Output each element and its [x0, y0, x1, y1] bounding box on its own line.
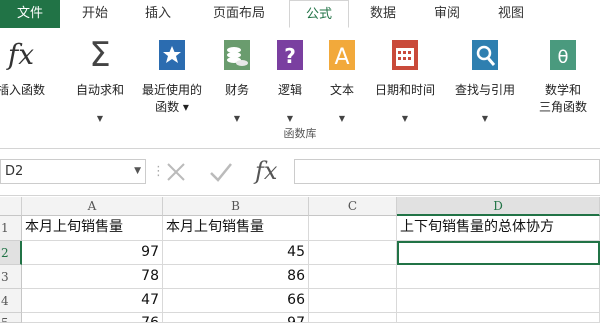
- lookup-reference-icon: [470, 38, 500, 72]
- cell-b4[interactable]: 66: [163, 289, 309, 313]
- tab-formulas[interactable]: 公式: [289, 0, 349, 28]
- date-time-button[interactable]: 日期和时间 ▼: [366, 32, 444, 132]
- autosum-button[interactable]: Σ 自动求和 ▼: [64, 32, 136, 132]
- chevron-down-icon: ▼: [338, 114, 346, 123]
- tab-review[interactable]: 审阅: [418, 0, 476, 28]
- tab-insert[interactable]: 插入: [128, 0, 188, 28]
- cell-c4[interactable]: [309, 289, 397, 313]
- cell-a2[interactable]: 97: [22, 241, 163, 265]
- svg-text:θ: θ: [557, 47, 568, 68]
- cell-c2[interactable]: [309, 241, 397, 265]
- math-trig-button[interactable]: θ 数学和 三角函数: [526, 32, 600, 132]
- cell-d5[interactable]: [397, 313, 600, 323]
- autosum-label: 自动求和: [75, 83, 124, 97]
- date-time-icon: [390, 38, 420, 72]
- math-trig-label: 数学和 三角函数: [538, 83, 587, 114]
- row-header[interactable]: 4: [0, 289, 22, 313]
- resize-handle-icon[interactable]: ⋮: [152, 164, 165, 179]
- worksheet-grid: A B C D 1 本月上旬销售量 本月上旬销售量 上下旬销售量的总体协方 2 …: [0, 195, 600, 323]
- cell-d1[interactable]: 上下旬销售量的总体协方: [397, 216, 600, 241]
- column-header-b[interactable]: B: [163, 197, 309, 216]
- svg-text:A: A: [334, 45, 349, 70]
- financial-label: 财务: [224, 83, 249, 97]
- insert-function-label: 插入函数: [0, 83, 45, 97]
- text-label: 文本: [329, 83, 354, 97]
- cell-a1[interactable]: 本月上旬销售量: [22, 216, 163, 241]
- lookup-reference-label: 查找与引用: [454, 83, 515, 97]
- logical-icon: ?: [275, 38, 305, 72]
- tab-view[interactable]: 视图: [482, 0, 540, 28]
- chevron-down-icon: ▼: [481, 114, 489, 123]
- formula-input[interactable]: [294, 159, 600, 184]
- lookup-reference-button[interactable]: 查找与引用 ▼: [446, 32, 524, 132]
- tab-home[interactable]: 开始: [66, 0, 124, 28]
- cell-d2-selected[interactable]: [397, 241, 600, 265]
- row-header[interactable]: 3: [0, 265, 22, 289]
- tab-page-layout[interactable]: 页面布局: [194, 0, 284, 28]
- recently-used-icon: [157, 38, 187, 72]
- text-button[interactable]: A 文本 ▼: [317, 32, 367, 132]
- cell-b5[interactable]: 97: [163, 313, 309, 323]
- function-library-group-label: 函数库: [283, 127, 317, 140]
- tab-data[interactable]: 数据: [354, 0, 412, 28]
- column-header-a[interactable]: A: [22, 197, 163, 216]
- enter-icon[interactable]: [208, 161, 234, 183]
- tab-file[interactable]: 文件: [0, 0, 60, 28]
- select-all-corner[interactable]: [0, 197, 22, 216]
- cancel-icon[interactable]: [165, 161, 187, 183]
- cell-c5[interactable]: [309, 313, 397, 323]
- cell-b1[interactable]: 本月上旬销售量: [163, 216, 309, 241]
- insert-function-icon[interactable]: fx: [255, 157, 277, 185]
- logical-label: 逻辑: [277, 83, 302, 97]
- cell-b2[interactable]: 45: [163, 241, 309, 265]
- cell-a3[interactable]: 78: [22, 265, 163, 289]
- row-header[interactable]: 2: [0, 241, 22, 265]
- cell-a5[interactable]: 76: [22, 313, 163, 323]
- logical-button[interactable]: ? 逻辑 ▼: [265, 32, 315, 132]
- chevron-down-icon: ▼: [96, 114, 104, 123]
- cell-a4[interactable]: 47: [22, 289, 163, 313]
- insert-function-icon: fx: [7, 38, 35, 71]
- financial-button[interactable]: 财务 ▼: [212, 32, 262, 132]
- cell-d3[interactable]: [397, 265, 600, 289]
- column-header-c[interactable]: C: [309, 197, 397, 216]
- chevron-down-icon: ▼: [401, 114, 409, 123]
- chevron-down-icon: ▼: [286, 114, 294, 123]
- formula-bar: D2 ▼ ⋮ fx: [0, 149, 600, 196]
- chevron-down-icon[interactable]: ▼: [134, 160, 141, 183]
- cell-d4[interactable]: [397, 289, 600, 313]
- financial-icon: [222, 38, 252, 72]
- date-time-label: 日期和时间: [374, 83, 435, 97]
- chevron-down-icon: ▼: [233, 114, 241, 123]
- cell-b3[interactable]: 86: [163, 265, 309, 289]
- row-header[interactable]: 1: [0, 216, 22, 241]
- ribbon-tabs: 文件 开始 插入 页面布局 公式 数据 审阅 视图: [0, 0, 600, 29]
- recently-used-label: 最近使用的 函数 ▾: [141, 83, 202, 114]
- insert-function-button[interactable]: fx 插入函数: [0, 32, 56, 132]
- column-header-d[interactable]: D: [397, 197, 600, 216]
- ribbon-formulas: fx 插入函数 Σ 自动求和 ▼ 最近使用的 函数 ▾ 财务 ▼ ? 逻辑 ▼ A…: [0, 28, 600, 149]
- cell-c1[interactable]: [309, 216, 397, 241]
- svg-text:?: ?: [284, 44, 296, 68]
- name-box[interactable]: D2 ▼: [0, 159, 146, 184]
- cell-c3[interactable]: [309, 265, 397, 289]
- math-trig-icon: θ: [548, 38, 578, 72]
- row-header[interactable]: 5: [0, 313, 22, 323]
- recently-used-button[interactable]: 最近使用的 函数 ▾: [132, 32, 212, 132]
- text-icon: A: [327, 38, 357, 72]
- autosum-icon: Σ: [89, 35, 111, 75]
